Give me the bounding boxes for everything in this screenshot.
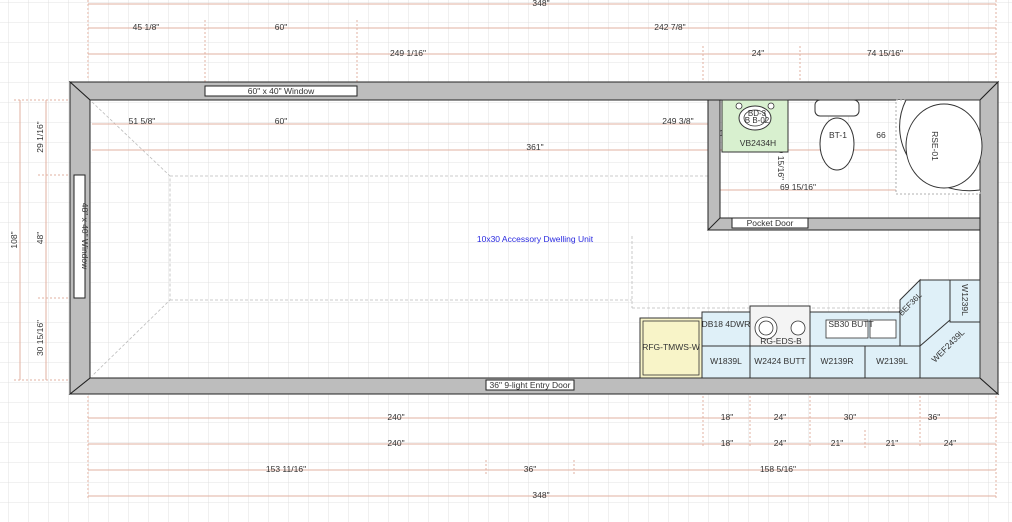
dim-top-2: 60" <box>275 22 287 32</box>
dim-int-1: 51 5/8" <box>129 116 156 126</box>
fridge[interactable]: RFG-TMWS-W <box>639 317 703 379</box>
dim-bottom-3-c: 158 5/16" <box>760 464 796 474</box>
dim-overall-top: 348" <box>532 0 549 8</box>
dim-int-2: 60" <box>275 116 287 126</box>
dim-bottom-2-b: 18" <box>721 438 733 448</box>
db18-label[interactable]: DB18 4DWR <box>702 319 751 329</box>
dim-bottom-1-d: 30" <box>844 412 856 422</box>
dim-top-3: 242 7/8" <box>654 22 685 32</box>
dim-left-2: 48" <box>35 232 45 244</box>
window-top[interactable]: 60" x 40" Window <box>204 85 358 97</box>
dim-bottom-2-a: 240" <box>387 438 404 448</box>
dim-top-row2-mid: 24" <box>752 48 764 58</box>
dim-int-long: 361" <box>526 142 543 152</box>
dim-left-3: 30 15/16" <box>35 320 45 356</box>
floor-plan-canvas: 348" 45 1/8" 60" 242 7/8" 249 1/16" 24" … <box>0 0 1012 522</box>
window-left-label: 48" x 40" Window <box>80 203 90 270</box>
vanity-label: VB2434H <box>740 138 776 148</box>
dim-left-1: 29 1/16" <box>35 121 45 152</box>
dim-left-total: 108" <box>9 231 19 248</box>
dim-int-3: 249 3/8" <box>662 116 693 126</box>
toilet-label: BT-1 <box>829 130 847 140</box>
w1839l-label[interactable]: W1839L <box>710 356 742 366</box>
shower[interactable]: RSE-01 <box>895 99 983 195</box>
dim-bottom-2-f: 24" <box>944 438 956 448</box>
dim-bath-width: 69 15/16" <box>780 182 816 192</box>
fridge-label: RFG-TMWS-W <box>642 342 700 352</box>
window-top-label: 60" x 40" Window <box>248 86 315 96</box>
pocket-door-label: Pocket Door <box>747 218 794 228</box>
dim-bottom-2-e: 21" <box>886 438 898 448</box>
sink-label-mid: B B-02 <box>745 116 770 125</box>
dim-top-1: 45 1/8" <box>133 22 160 32</box>
dim-top-row2-right: 74 15/16" <box>867 48 903 58</box>
vanity[interactable]: BD-3 B B-02 VB2434H <box>721 99 789 153</box>
w2139r-label[interactable]: W2139R <box>820 356 853 366</box>
entry-door[interactable]: 36" 9-light Entry Door <box>485 379 575 391</box>
dim-bottom-1-b: 18" <box>721 412 733 422</box>
dim-top-row2-left: 249 1/16" <box>390 48 426 58</box>
pocket-door[interactable]: Pocket Door <box>731 217 809 229</box>
sink-base-label: SB30 BUTT <box>828 319 873 329</box>
plan-title: 10x30 Accessory Dwelling Unit <box>477 234 594 244</box>
sink-base[interactable]: SB30 BUTT <box>825 319 897 339</box>
dim-bottom-1-c: 24" <box>774 412 786 422</box>
dim-bath-small-right: 66 <box>876 130 886 140</box>
entry-door-label: 36" 9-light Entry Door <box>490 380 571 390</box>
dim-bottom-3-b: 36" <box>524 464 536 474</box>
w2139l-label[interactable]: W2139L <box>876 356 908 366</box>
w2424-label[interactable]: W2424 BUTT <box>754 356 806 366</box>
range-label: RG-EDS-B <box>760 336 802 346</box>
dim-bottom-3-a: 153 11/16" <box>266 464 306 474</box>
w1239l-label[interactable]: W1239L <box>960 284 970 316</box>
dim-bottom-1-e: 36" <box>928 412 940 422</box>
dim-bottom-2-d: 21" <box>831 438 843 448</box>
dim-overall-bottom: 348" <box>532 490 549 500</box>
dim-bottom-2-c: 24" <box>774 438 786 448</box>
shower-label: RSE-01 <box>930 131 940 161</box>
dim-bottom-1-a: 240" <box>387 412 404 422</box>
